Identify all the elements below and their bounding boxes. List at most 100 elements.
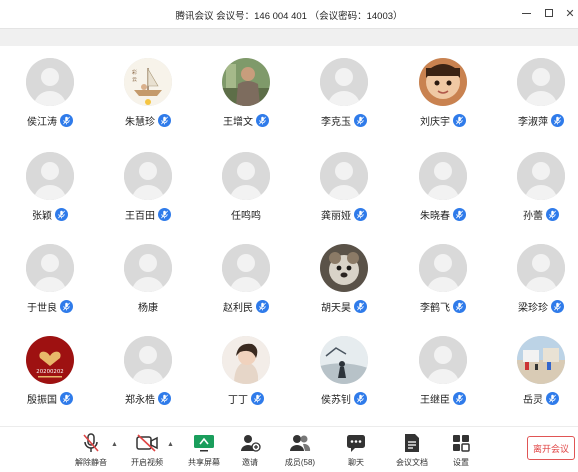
participant-name-row: 孙蕾 xyxy=(492,206,578,222)
mic-muted-icon xyxy=(453,391,466,405)
avatar xyxy=(124,244,172,292)
avatar xyxy=(517,336,565,384)
leave-meeting-button[interactable]: 离开会议 xyxy=(527,436,575,460)
mic-muted-icon xyxy=(354,299,367,313)
participant-name-row: 李鹤飞 xyxy=(394,298,492,314)
participant-name-row: 王增文 xyxy=(197,112,295,128)
avatar xyxy=(320,244,368,292)
mic-muted-icon xyxy=(354,113,367,127)
participant-tile[interactable]: 刘庆宇 xyxy=(394,46,492,140)
participant-tile[interactable]: 李克玉 xyxy=(295,46,393,140)
avatar xyxy=(222,152,270,200)
mic-muted-icon xyxy=(256,299,269,313)
close-button[interactable]: ✕ xyxy=(563,6,577,20)
avatar xyxy=(419,58,467,106)
audio-options-caret[interactable]: ▲ xyxy=(111,441,118,448)
document-icon xyxy=(401,433,423,453)
settings-button[interactable]: 设置 xyxy=(436,433,486,471)
participant-tile[interactable]: 丁丁 xyxy=(197,324,295,418)
participant-tile[interactable]: 龚丽娅 xyxy=(295,140,393,234)
participant-name: 岳灵 xyxy=(523,394,543,406)
participant-tile[interactable]: 梁珍珍 xyxy=(492,232,578,326)
participant-tile[interactable]: 王百田 xyxy=(99,140,197,234)
video-options-caret[interactable]: ▲ xyxy=(167,441,174,448)
members-button[interactable]: 成员(58) xyxy=(275,433,325,471)
title-bar: 腾讯会议 会议号：146 004 401 （会议密码：14003） ✕ xyxy=(0,0,578,28)
participant-name: 王增文 xyxy=(223,116,253,128)
participant-tile[interactable]: 20200202 殷振国 xyxy=(1,324,99,418)
participant-name: 张颖 xyxy=(32,210,52,222)
mic-muted-icon xyxy=(453,299,466,313)
participant-name-row: 王百田 xyxy=(99,206,197,222)
participant-tile[interactable]: 岳灵 xyxy=(492,324,578,418)
participant-tile[interactable]: 任鸣鸣 xyxy=(197,140,295,234)
participant-tile[interactable]: 张颖 xyxy=(1,140,99,234)
participant-name: 赵利民 xyxy=(223,302,253,314)
mic-muted-icon xyxy=(551,299,564,313)
unmute-button[interactable]: 解除静音 xyxy=(66,433,116,471)
participant-name-row: 张颖 xyxy=(1,206,99,222)
mic-muted-icon xyxy=(60,299,73,313)
participant-name-row: 侯江涛 xyxy=(1,112,99,128)
mic-muted-icon xyxy=(256,113,269,127)
participant-tile[interactable]: 赵利民 xyxy=(197,232,295,326)
participant-name-row: 岳灵 xyxy=(492,390,578,406)
avatar xyxy=(26,152,74,200)
avatar xyxy=(517,152,565,200)
close-icon: ✕ xyxy=(565,7,575,20)
participant-tile[interactable]: 于世良 xyxy=(1,232,99,326)
avatar xyxy=(419,152,467,200)
members-label: 成员(58) xyxy=(284,458,316,467)
start-video-button[interactable]: 开启视频 xyxy=(122,433,172,471)
mic-muted-icon xyxy=(158,391,171,405)
participant-name: 殷振国 xyxy=(27,394,57,406)
avatar xyxy=(222,336,270,384)
participant-name-row: 王继臣 xyxy=(394,390,492,406)
window-title: 腾讯会议 会议号：146 004 401 （会议密码：14003） xyxy=(175,11,403,22)
participant-tile[interactable]: 李鹤飞 xyxy=(394,232,492,326)
participant-name: 龚丽娅 xyxy=(321,210,351,222)
participant-tile[interactable]: 李淑萍 xyxy=(492,46,578,140)
avatar: 20200202 xyxy=(26,336,74,384)
participant-tile[interactable]: 王增文 xyxy=(197,46,295,140)
mic-muted-icon xyxy=(453,113,466,127)
avatar xyxy=(320,152,368,200)
participant-tile[interactable]: 胡天昊 xyxy=(295,232,393,326)
meeting-docs-label: 会议文档 xyxy=(396,458,428,467)
avatar xyxy=(419,244,467,292)
participant-tile[interactable]: 朱晓春 xyxy=(394,140,492,234)
participant-tile[interactable]: 王继臣 xyxy=(394,324,492,418)
participant-tile[interactable]: 侯苏钊 xyxy=(295,324,393,418)
participant-name: 郑永梏 xyxy=(125,394,155,406)
invite-button[interactable]: 邀请 xyxy=(225,433,275,471)
avatar xyxy=(26,58,74,106)
chat-button[interactable]: 聊天 xyxy=(331,433,381,471)
avatar xyxy=(124,336,172,384)
participant-name: 朱慧珍 xyxy=(125,116,155,128)
maximize-button[interactable] xyxy=(542,6,556,20)
participant-tile[interactable]: 侯江涛 xyxy=(1,46,99,140)
participant-name: 梁珍珍 xyxy=(518,302,548,314)
participant-tile[interactable]: 杨康 xyxy=(99,232,197,326)
members-icon xyxy=(289,433,311,453)
share-screen-button[interactable]: 共享屏幕 xyxy=(179,433,229,471)
participant-name: 侯江涛 xyxy=(27,116,57,128)
participant-tile[interactable]: 郑永梏 xyxy=(99,324,197,418)
meeting-docs-button[interactable]: 会议文档 xyxy=(387,433,437,471)
participant-tile[interactable]: 孙蕾 xyxy=(492,140,578,234)
participant-tile[interactable]: 彩云朱慧珍 xyxy=(99,46,197,140)
mic-muted-icon xyxy=(354,207,367,221)
mic-muted-icon xyxy=(158,207,171,221)
invite-label: 邀请 xyxy=(242,458,258,467)
participant-name-row: 李克玉 xyxy=(295,112,393,128)
participant-name: 李鹤飞 xyxy=(420,302,450,314)
minimize-button[interactable] xyxy=(519,6,533,20)
svg-text:20200202: 20200202 xyxy=(36,369,63,375)
unmute-label: 解除静音 xyxy=(75,458,107,467)
minimize-icon xyxy=(521,12,531,14)
participant-name-row: 刘庆宇 xyxy=(394,112,492,128)
participant-name-row: 龚丽娅 xyxy=(295,206,393,222)
participant-name-row: 朱慧珍 xyxy=(99,112,197,128)
mic-muted-icon xyxy=(551,113,564,127)
settings-label: 设置 xyxy=(453,458,469,467)
